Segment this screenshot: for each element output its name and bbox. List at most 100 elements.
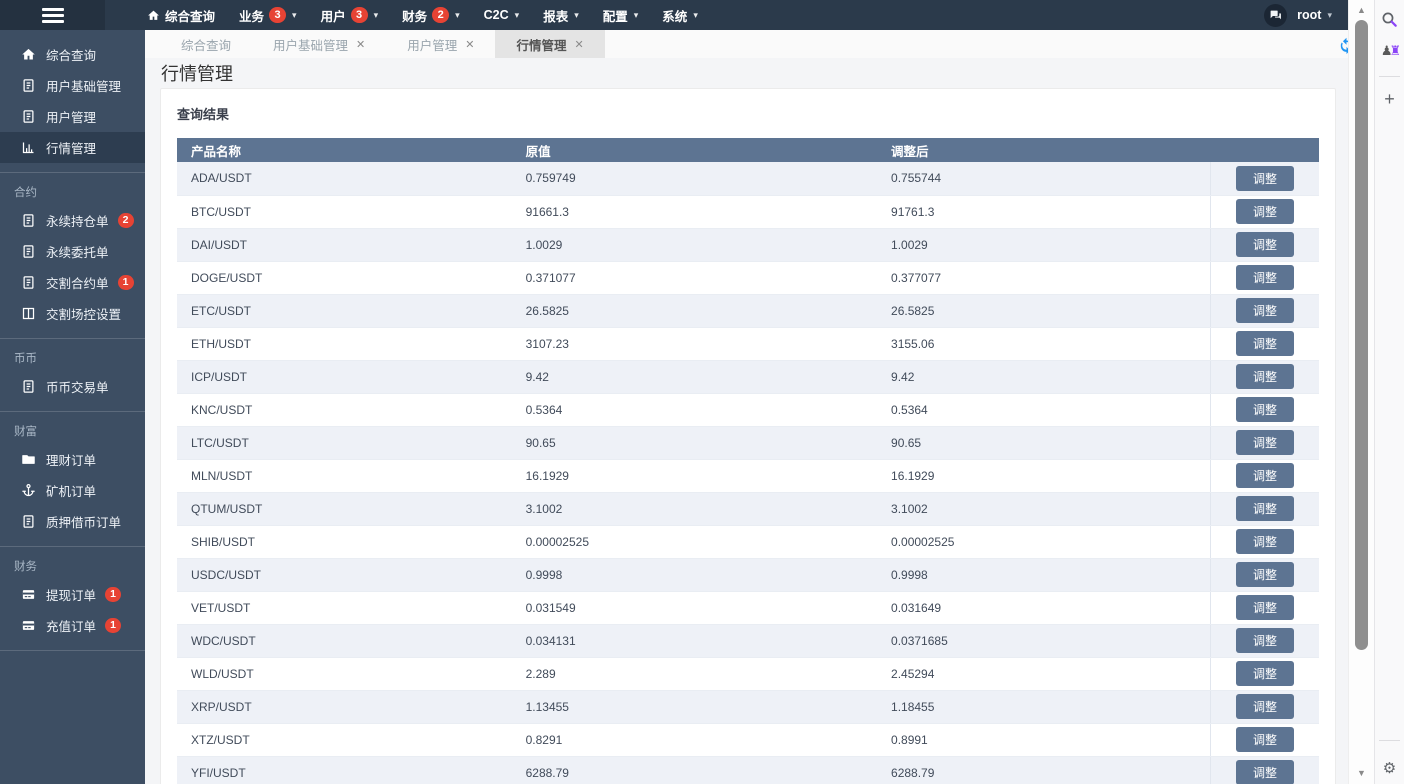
- sidebar-item[interactable]: 行情管理: [0, 132, 145, 163]
- close-icon[interactable]: ✕: [356, 38, 365, 51]
- adjust-button[interactable]: 调整: [1235, 562, 1294, 587]
- adjust-button[interactable]: 调整: [1235, 298, 1294, 323]
- cell-action: 调整: [1209, 525, 1319, 559]
- doc-icon: [20, 514, 37, 529]
- adjust-button[interactable]: 调整: [1235, 165, 1294, 191]
- adjust-button[interactable]: 调整: [1235, 463, 1294, 488]
- extensions-button[interactable]: ♟♜: [1375, 40, 1404, 62]
- close-icon[interactable]: ✕: [465, 38, 474, 51]
- username: root: [1297, 8, 1322, 22]
- cell-product-name: WDC/USDT: [177, 624, 512, 658]
- browser-scrollbar[interactable]: ▲ ▼: [1348, 0, 1374, 784]
- adjust-button[interactable]: 调整: [1235, 727, 1294, 752]
- adjust-button[interactable]: 调整: [1235, 529, 1294, 554]
- cell-adjusted-value: 0.8991: [877, 723, 1211, 757]
- cell-product-name: WLD/USDT: [177, 657, 512, 691]
- sidebar-item[interactable]: 矿机订单: [0, 475, 145, 506]
- sidebar-item[interactable]: 充值订单 1: [0, 610, 145, 641]
- chevron-down-icon: ▾: [292, 9, 297, 20]
- menu-label: 业务: [239, 9, 265, 24]
- cell-original-value: 91661.3: [511, 195, 878, 229]
- cell-action: 调整: [1209, 261, 1319, 295]
- sidebar-item[interactable]: 质押借币订单: [0, 506, 145, 537]
- cell-original-value: 0.00002525: [511, 525, 878, 559]
- adjust-button[interactable]: 调整: [1235, 364, 1294, 389]
- sidebar-toggle-button[interactable]: [0, 0, 105, 30]
- chevron-down-icon: ▾: [1327, 9, 1332, 20]
- topbar-menu-item[interactable]: 财务 2 ▾: [390, 0, 472, 30]
- sidebar-item[interactable]: 用户基础管理: [0, 70, 145, 101]
- table-header-row: 产品名称 原值 调整后: [177, 138, 1319, 162]
- topbar-menu-item[interactable]: 系统 ▾: [650, 0, 710, 30]
- tab-item[interactable]: 用户基础管理 ✕: [252, 30, 386, 58]
- topbar-menu-item[interactable]: 用户 3 ▾: [309, 0, 391, 30]
- adjust-button[interactable]: 调整: [1235, 232, 1294, 257]
- sidebar-item-label: 行情管理: [46, 142, 97, 156]
- cell-product-name: ETC/USDT: [177, 294, 512, 328]
- cell-original-value: 0.034131: [511, 624, 878, 658]
- adjust-button[interactable]: 调整: [1235, 595, 1294, 620]
- sidebar-item[interactable]: 交割场控设置: [0, 298, 145, 329]
- tab-active[interactable]: 行情管理 ✕: [495, 30, 605, 58]
- adjust-button[interactable]: 调整: [1235, 331, 1294, 356]
- table-row: QTUM/USDT 3.1002 3.1002 调整: [177, 492, 1319, 526]
- topbar-menu-item[interactable]: 业务 3 ▾: [227, 0, 309, 30]
- tab-label: 综合查询: [181, 38, 232, 53]
- add-button[interactable]: +: [1375, 88, 1404, 110]
- sidebar-item[interactable]: 币币交易单: [0, 371, 145, 402]
- adjust-button[interactable]: 调整: [1235, 694, 1294, 719]
- sidebar-item[interactable]: 综合查询: [0, 39, 145, 70]
- adjust-button[interactable]: 调整: [1235, 496, 1294, 521]
- chat-button[interactable]: [1264, 3, 1288, 27]
- menu-label: 配置: [602, 9, 628, 24]
- cell-adjusted-value: 16.1929: [877, 459, 1211, 493]
- table-row: WLD/USDT 2.289 2.45294 调整: [177, 657, 1319, 691]
- close-icon[interactable]: ✕: [575, 38, 584, 51]
- cell-action: 调整: [1209, 195, 1319, 229]
- cell-adjusted-value: 9.42: [877, 360, 1211, 394]
- topbar-menu-item[interactable]: 配置 ▾: [591, 0, 651, 30]
- column-header-product: 产品名称: [177, 138, 512, 162]
- home-icon: [147, 9, 160, 22]
- sidebar-item[interactable]: 理财订单: [0, 444, 145, 475]
- scroll-up-arrow-icon[interactable]: ▲: [1349, 5, 1374, 15]
- cell-action: 调整: [1209, 426, 1319, 460]
- scrollbar-thumb[interactable]: [1355, 20, 1368, 650]
- cell-original-value: 26.5825: [511, 294, 878, 328]
- cell-product-name: SHIB/USDT: [177, 525, 512, 559]
- adjust-button[interactable]: 调整: [1235, 628, 1294, 653]
- scroll-down-arrow-icon[interactable]: ▼: [1349, 768, 1374, 778]
- chevron-down-icon: ▾: [633, 9, 639, 20]
- adjust-button[interactable]: 调整: [1235, 430, 1294, 455]
- doc-icon: [20, 78, 37, 93]
- cell-product-name: LTC/USDT: [177, 426, 512, 460]
- search-button[interactable]: [1375, 8, 1404, 30]
- sidebar-item[interactable]: 提现订单 1: [0, 579, 145, 610]
- topbar-nav: 综合查询 业务 3 ▾ 用户 3 ▾ 财务 2 ▾ C2C ▾ 报表 ▾ 配置 ▾ 系统 ▾: [105, 0, 710, 30]
- cell-product-name: ICP/USDT: [177, 360, 512, 394]
- notification-badge: 3: [350, 7, 368, 23]
- cell-adjusted-value: 0.755744: [877, 162, 1211, 196]
- sidebar-item[interactable]: 永续持仓单 2: [0, 205, 145, 236]
- extensions-icon: ♟♜: [1380, 43, 1401, 58]
- topbar-menu-item[interactable]: 综合查询: [135, 0, 227, 30]
- adjust-button[interactable]: 调整: [1235, 397, 1294, 422]
- sidebar-item-label: 用户管理: [46, 111, 97, 125]
- topbar-menu-item[interactable]: C2C ▾: [472, 0, 532, 30]
- adjust-button[interactable]: 调整: [1235, 661, 1294, 686]
- adjust-button[interactable]: 调整: [1235, 760, 1294, 784]
- topbar-menu-item[interactable]: 报表 ▾: [531, 0, 591, 30]
- cell-original-value: 16.1929: [511, 459, 878, 493]
- table-row: DOGE/USDT 0.371077 0.377077 调整: [177, 261, 1319, 295]
- sidebar-item[interactable]: 用户管理: [0, 101, 145, 132]
- adjust-button[interactable]: 调整: [1235, 265, 1294, 290]
- adjust-button[interactable]: 调整: [1235, 199, 1294, 224]
- rail-divider: [1379, 740, 1400, 741]
- tab-item[interactable]: 综合查询: [160, 30, 252, 58]
- user-menu[interactable]: root ▾: [1297, 8, 1332, 22]
- sidebar-item[interactable]: 交割合约单 1: [0, 267, 145, 298]
- settings-button[interactable]: ⚙: [1375, 756, 1404, 780]
- cell-product-name: QTUM/USDT: [177, 492, 512, 526]
- sidebar-item[interactable]: 永续委托单: [0, 236, 145, 267]
- tab-item[interactable]: 用户管理 ✕: [386, 30, 495, 58]
